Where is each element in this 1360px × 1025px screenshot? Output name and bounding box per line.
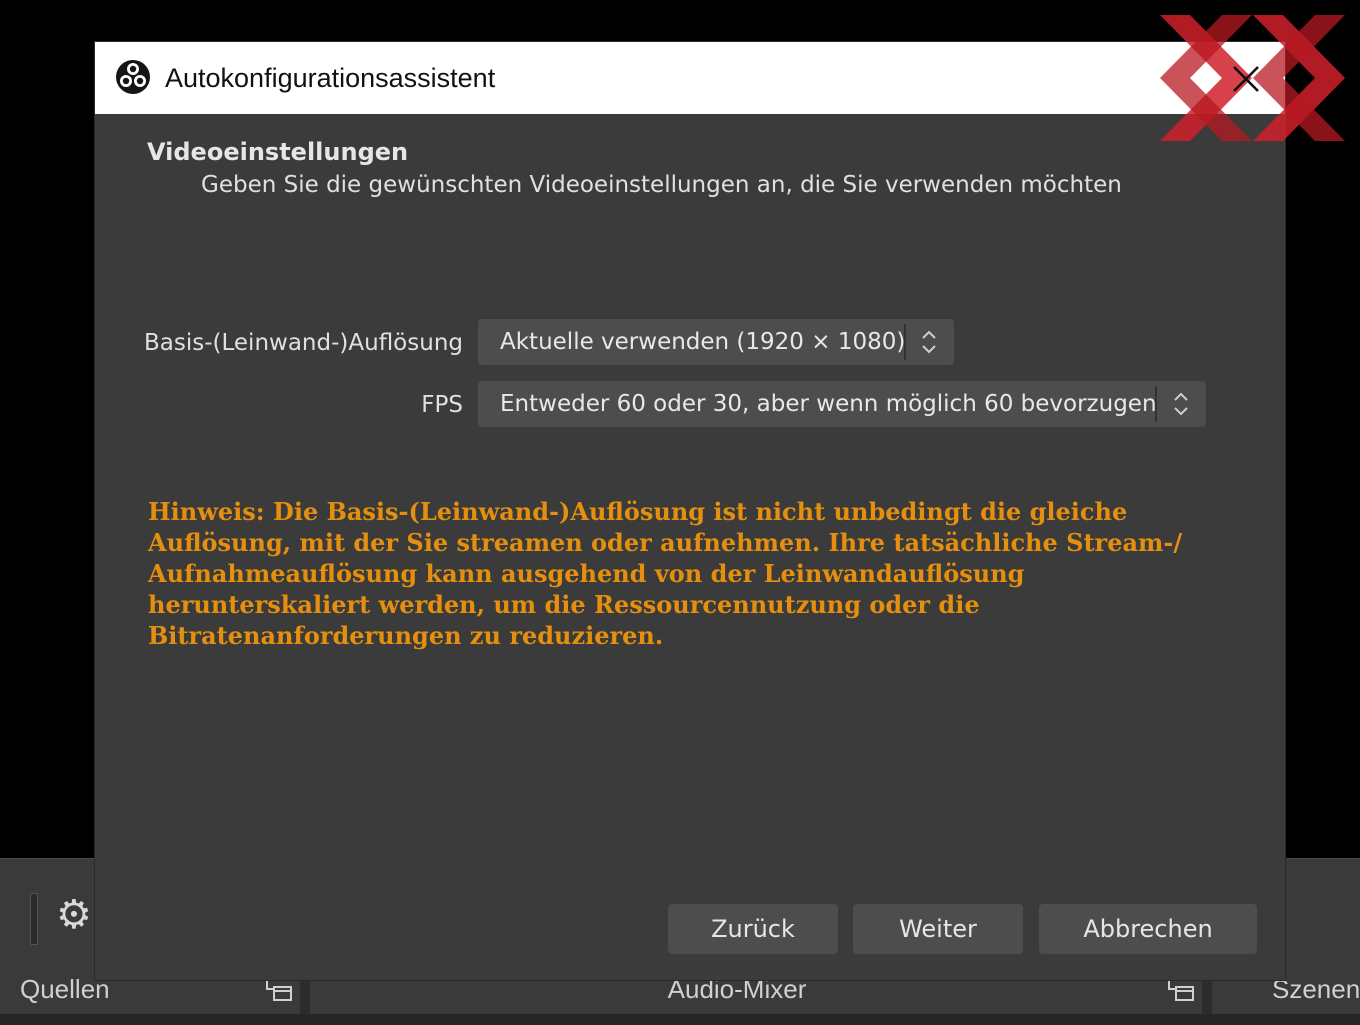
page-title: Videoeinstellungen: [147, 138, 409, 166]
dock-float-icon[interactable]: [1166, 979, 1196, 1003]
fps-select-value: Entweder 60 oder 30, aber wenn möglich 6…: [500, 391, 1157, 417]
scenes-dock-title: Szenen: [1272, 974, 1360, 1004]
resolution-label: Basis-(Leinwand-)Auflösung: [144, 330, 463, 356]
auto-config-wizard-dialog: Autokonfigurationsassistent Videoeinstel…: [95, 42, 1285, 980]
dialog-titlebar[interactable]: Autokonfigurationsassistent: [95, 42, 1285, 114]
select-separator: [904, 324, 906, 360]
updown-arrows-icon[interactable]: [1166, 388, 1196, 420]
close-icon[interactable]: [1223, 56, 1269, 102]
hint-line: Auflösung, mit der Sie streamen oder auf…: [148, 528, 1183, 557]
dialog-title: Autokonfigurationsassistent: [165, 63, 496, 93]
cancel-button[interactable]: Abbrechen: [1039, 904, 1257, 954]
resolution-hint: Hinweis: Die Basis-(Leinwand-)Auflösung …: [148, 496, 1208, 651]
fps-select[interactable]: Entweder 60 oder 30, aber wenn möglich 6…: [478, 381, 1206, 427]
dialog-content: Videoeinstellungen Geben Sie die gewünsc…: [95, 114, 1285, 980]
fps-label: FPS: [421, 392, 463, 418]
gear-icon[interactable]: ⚙: [56, 895, 96, 935]
dock-float-icon[interactable]: [264, 979, 294, 1003]
hint-line: herunterskaliert werden, um die Ressourc…: [148, 590, 980, 619]
resolution-select-value: Aktuelle verwenden (1920 × 1080): [500, 329, 906, 355]
obs-logo-icon: [116, 60, 150, 94]
next-button[interactable]: Weiter: [853, 904, 1023, 954]
hint-line: Bitratenanforderungen zu reduzieren.: [148, 621, 664, 650]
updown-arrows-icon[interactable]: [914, 326, 944, 358]
dock-content-strip: [0, 1014, 1360, 1025]
toolbar-handle[interactable]: [30, 893, 38, 945]
resolution-select[interactable]: Aktuelle verwenden (1920 × 1080): [478, 319, 954, 365]
select-separator: [1155, 386, 1157, 422]
hint-line: Aufnahmeauflösung kann ausgehend von der…: [148, 559, 1025, 588]
back-button[interactable]: Zurück: [668, 904, 838, 954]
page-subtitle: Geben Sie die gewünschten Videoeinstellu…: [201, 172, 1122, 198]
hint-line: Hinweis: Die Basis-(Leinwand-)Auflösung …: [148, 497, 1128, 526]
